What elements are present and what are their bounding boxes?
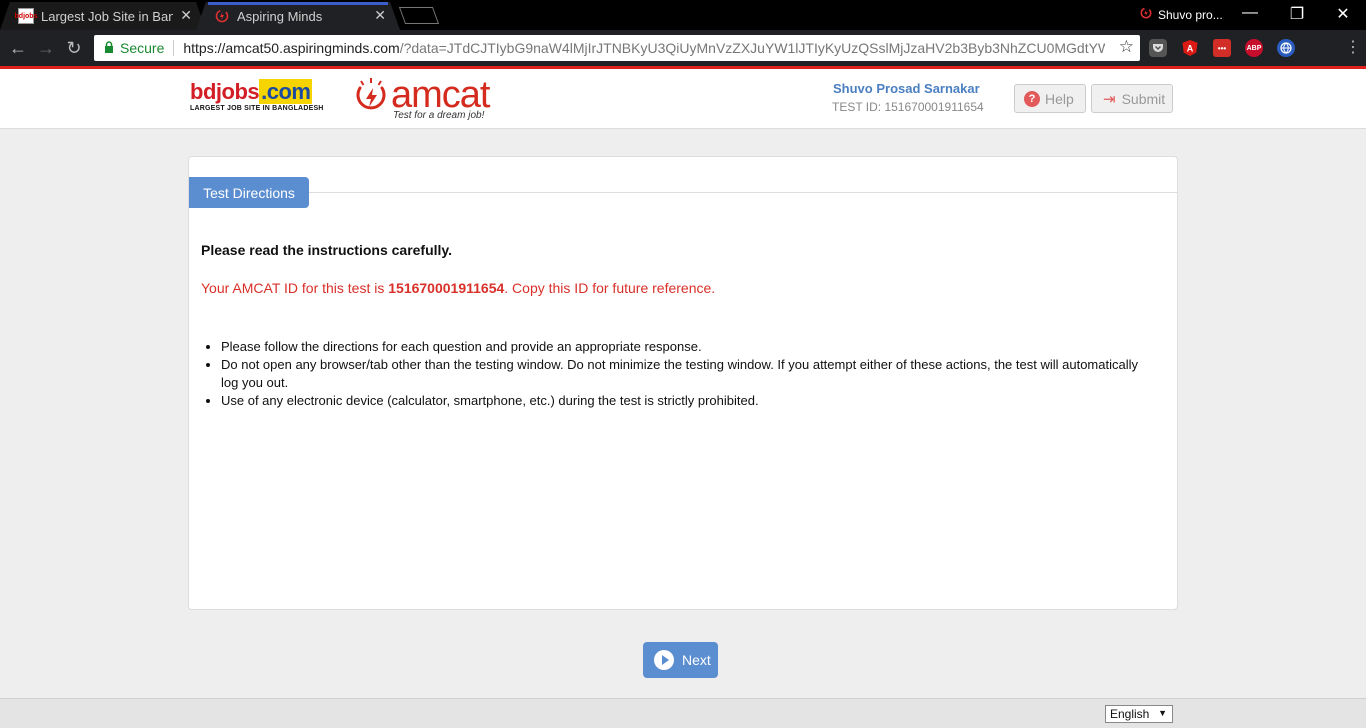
- amcat-tagline: Test for a dream job!: [393, 110, 485, 121]
- tab-test-directions[interactable]: Test Directions: [189, 177, 309, 208]
- globe-extension-icon[interactable]: [1277, 39, 1295, 57]
- profile-name: Shuvo pro...: [1158, 7, 1223, 22]
- tab-title: Largest Job Site in Bangla: [41, 8, 173, 24]
- chevron-down-icon: ▼: [1158, 708, 1167, 718]
- help-label: Help: [1045, 90, 1074, 107]
- submit-button[interactable]: ⇥ Submit: [1091, 84, 1173, 113]
- help-button[interactable]: ? Help: [1014, 84, 1086, 113]
- adblock-icon[interactable]: ABP: [1245, 39, 1263, 57]
- bdjobs-tagline: LARGEST JOB SITE IN BANGLADESH: [190, 105, 324, 112]
- reload-icon[interactable]: ↻: [63, 37, 85, 59]
- amcat-icon: [214, 8, 230, 24]
- user-name: Shuvo Prosad Sarnakar: [833, 81, 980, 96]
- svg-text:A: A: [1187, 44, 1194, 54]
- amcat-wordmark: amcat: [391, 74, 490, 116]
- language-value: English: [1110, 707, 1150, 721]
- lock-icon: [104, 40, 114, 56]
- close-window-button[interactable]: ✕: [1331, 4, 1355, 24]
- secure-label: Secure: [120, 40, 165, 56]
- submit-label: Submit: [1121, 90, 1166, 107]
- menu-kebab-icon[interactable]: ⋮: [1342, 37, 1364, 59]
- bdjobs-icon: bdjobs: [15, 8, 37, 24]
- rules-list: Please follow the directions for each qu…: [221, 338, 1151, 410]
- instructions-heading: Please read the instructions carefully.: [201, 242, 453, 258]
- maximize-button[interactable]: ❐: [1285, 4, 1309, 24]
- test-id: TEST ID: 151670001911654: [832, 100, 984, 114]
- amcat-id-value: 151670001911654: [388, 280, 505, 296]
- pocket-icon[interactable]: [1149, 39, 1167, 57]
- url-host: https://amcat50.aspiringminds.com: [183, 40, 400, 56]
- close-icon[interactable]: ✕: [180, 8, 192, 22]
- url-path: /?data=JTdCJTIybG9naW4lMjIrJTNBKyU3QiUyM…: [399, 40, 1105, 56]
- new-tab-button[interactable]: [398, 7, 440, 24]
- minimize-button[interactable]: —: [1238, 4, 1262, 22]
- tab-title: Aspiring Minds: [237, 8, 323, 24]
- tab-bdjobs[interactable]: bdjobs Largest Job Site in Bangla ✕: [0, 2, 206, 30]
- angular-icon[interactable]: A: [1181, 39, 1199, 57]
- close-icon[interactable]: ✕: [374, 8, 386, 22]
- back-icon[interactable]: ←: [7, 37, 29, 59]
- play-icon: [654, 650, 674, 670]
- browser-toolbar: ← → ↻ Secure https://amcat50.aspiringmin…: [0, 30, 1366, 66]
- amcat-id-notice: Your AMCAT ID for this test is 151670001…: [201, 280, 716, 296]
- list-item: Do not open any browser/tab other than t…: [221, 356, 1151, 392]
- site-header: bdjobs.com LARGEST JOB SITE IN BANGLADES…: [0, 69, 1366, 129]
- language-select[interactable]: English ▼: [1105, 705, 1173, 723]
- help-icon: ?: [1024, 90, 1040, 107]
- test-directions-panel: Test Directions Please read the instruct…: [188, 156, 1178, 610]
- amcat-icon: [1140, 7, 1152, 22]
- next-button[interactable]: Next: [643, 642, 718, 678]
- bookmark-star-icon[interactable]: ☆: [1119, 37, 1134, 57]
- list-item: Use of any electronic device (calculator…: [221, 392, 1151, 410]
- next-label: Next: [682, 652, 711, 668]
- bdjobs-logo[interactable]: bdjobs.com LARGEST JOB SITE IN BANGLADES…: [190, 79, 324, 112]
- address-bar[interactable]: Secure https://amcat50.aspiringminds.com…: [94, 35, 1140, 61]
- forward-icon[interactable]: →: [35, 37, 57, 59]
- browser-tab-bar: bdjobs Largest Job Site in Bangla ✕ Aspi…: [0, 0, 1366, 30]
- lastpass-icon[interactable]: •••: [1213, 39, 1231, 57]
- tab-aspiring-minds[interactable]: Aspiring Minds ✕: [196, 2, 400, 30]
- footer: English ▼: [0, 698, 1366, 728]
- submit-icon: ⇥: [1103, 90, 1116, 108]
- list-item: Please follow the directions for each qu…: [221, 338, 1151, 356]
- profile-button[interactable]: Shuvo pro...: [1140, 7, 1223, 22]
- amcat-bolt-icon: [353, 78, 389, 117]
